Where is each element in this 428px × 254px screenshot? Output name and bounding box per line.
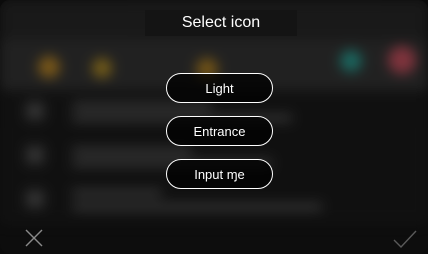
option-input-button[interactable]: Input ɱe	[166, 159, 273, 189]
dialog-title-text: Select icon	[181, 14, 261, 31]
close-icon[interactable]	[25, 229, 43, 247]
dialog-title: Select icon	[145, 10, 297, 36]
screen: Select icon Light Entrance Input ɱe	[0, 0, 428, 254]
checkmark-icon[interactable]	[392, 229, 418, 249]
option-label: Light	[205, 80, 234, 96]
option-entrance-button[interactable]: Entrance	[166, 116, 273, 146]
option-label: Input ɱe	[194, 166, 245, 182]
option-light-button[interactable]: Light	[166, 73, 273, 103]
option-label: Entrance	[193, 123, 246, 139]
